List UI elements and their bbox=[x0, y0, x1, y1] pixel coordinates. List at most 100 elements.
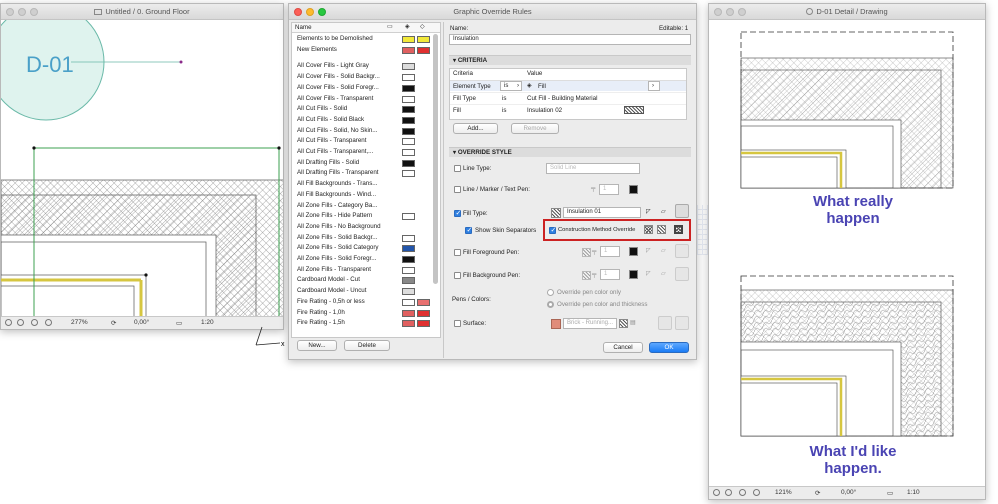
undo-zoom-icon[interactable] bbox=[5, 319, 12, 326]
rule-list-item[interactable]: All Cover Fills - Light Gray bbox=[292, 61, 430, 72]
zoom-window-button[interactable] bbox=[738, 8, 746, 16]
fill-background-pen-checkbox[interactable] bbox=[454, 272, 461, 279]
rule-list-item[interactable]: All Zone Fills - Solid Foregr... bbox=[292, 254, 430, 265]
remove-criteria-button[interactable]: Remove bbox=[511, 123, 559, 134]
rule-list-scrollbar[interactable] bbox=[433, 34, 438, 284]
line-marker-pen-checkbox[interactable] bbox=[454, 186, 461, 193]
fill-foreground-pen-checkbox[interactable] bbox=[454, 249, 461, 256]
fill-extra-button[interactable] bbox=[675, 204, 689, 218]
rule-list-item[interactable]: All Cover Fills - Solid Foregr... bbox=[292, 83, 430, 94]
fill-type-checkbox[interactable] bbox=[454, 209, 461, 217]
rule-list-item[interactable]: All Zone Fills - Solid Backgr... bbox=[292, 233, 430, 244]
rule-list-item[interactable]: Fire Rating - 1,0h bbox=[292, 308, 430, 319]
rule-list-item[interactable]: All Cover Fills - Transparent bbox=[292, 94, 430, 105]
detail-titlebar[interactable]: D-01 Detail / Drawing bbox=[709, 4, 985, 20]
fill-distort-icon[interactable]: ▱ bbox=[661, 208, 666, 215]
rule-list-item[interactable]: All Fill Backgrounds - Wind... bbox=[292, 190, 430, 201]
line-pen-number[interactable]: 1 bbox=[599, 184, 619, 195]
rule-list-item[interactable]: Cardboard Model - Cut bbox=[292, 275, 430, 286]
fill-angle-icon[interactable]: ◸ bbox=[646, 208, 651, 215]
floor-plan-canvas[interactable]: D-01 bbox=[1, 20, 284, 318]
zoom-dialog-button[interactable] bbox=[318, 8, 326, 16]
rule-list-item[interactable]: All Drafting Fills - Transparent bbox=[292, 168, 430, 179]
bg-pen-number[interactable]: 1 bbox=[600, 269, 620, 280]
drawing-scale[interactable]: 1:10 bbox=[907, 489, 920, 496]
rule-list-item[interactable]: Fire Rating - 1,5h bbox=[292, 318, 430, 329]
construction-method-option-1-icon[interactable] bbox=[644, 225, 653, 234]
redo-zoom-icon[interactable] bbox=[725, 489, 732, 496]
rule-list-item[interactable]: All Cut Fills - Solid Black bbox=[292, 115, 430, 126]
override-section-header[interactable]: ▾ OVERRIDE STYLE bbox=[449, 147, 691, 157]
close-window-button[interactable] bbox=[714, 8, 722, 16]
floor-plan-titlebar[interactable]: Untitled / 0. Ground Floor bbox=[1, 4, 283, 20]
drawing-scale[interactable]: 1:20 bbox=[201, 319, 214, 326]
rule-list-item[interactable]: All Cut Fills - Solid bbox=[292, 104, 430, 115]
rule-list-item[interactable]: All Cut Fills - Solid, No Skin... bbox=[292, 126, 430, 137]
cancel-button[interactable]: Cancel bbox=[603, 342, 643, 353]
line-pen-color-swatch[interactable] bbox=[629, 185, 638, 194]
criteria-row[interactable]: Fill Type is Cut Fill - Building Materia… bbox=[450, 92, 686, 103]
rule-list-item[interactable]: All Drafting Fills - Solid bbox=[292, 158, 430, 169]
zoom-level[interactable]: 277% bbox=[71, 319, 88, 326]
undo-zoom-icon[interactable] bbox=[713, 489, 720, 496]
line-type-select[interactable]: Solid Line bbox=[546, 163, 640, 174]
new-rule-button[interactable]: New... bbox=[297, 340, 337, 351]
line-type-checkbox[interactable] bbox=[454, 165, 461, 172]
rule-list-item[interactable]: All Zone Fills - Transparent bbox=[292, 265, 430, 276]
surface-option-2-button[interactable] bbox=[675, 316, 689, 330]
pen-option-2-radio[interactable] bbox=[547, 301, 554, 308]
value-select-arrow[interactable]: › bbox=[648, 81, 660, 91]
zoom-in-icon[interactable] bbox=[31, 319, 38, 326]
rule-list-item[interactable]: All Cover Fills - Solid Backgr... bbox=[292, 72, 430, 83]
fill-type-select[interactable]: Insulation 01 bbox=[563, 207, 641, 218]
minimize-window-button[interactable] bbox=[726, 8, 734, 16]
show-skin-separators-checkbox[interactable] bbox=[465, 226, 472, 234]
fg-extra-button[interactable] bbox=[675, 244, 689, 258]
bg-extra-button[interactable] bbox=[675, 267, 689, 281]
construction-method-option-2-icon[interactable] bbox=[657, 225, 666, 234]
minimize-dialog-button[interactable] bbox=[306, 8, 314, 16]
rule-list-item[interactable]: All Zone Fills - Solid Category bbox=[292, 243, 430, 254]
bg-angle-icon[interactable]: ◸ bbox=[646, 270, 651, 277]
view-angle[interactable]: 0,00° bbox=[134, 319, 149, 326]
fg-distort-icon[interactable]: ▱ bbox=[661, 247, 666, 254]
surface-option-1-button[interactable] bbox=[658, 316, 672, 330]
zoom-level[interactable]: 121% bbox=[775, 489, 792, 496]
detail-canvas[interactable] bbox=[709, 20, 986, 488]
close-dialog-button[interactable] bbox=[294, 8, 302, 16]
criteria-section-header[interactable]: ▾ CRITERIA bbox=[449, 55, 691, 65]
rule-list-item[interactable]: Elements to be Demolished bbox=[292, 34, 430, 45]
rule-list-item[interactable]: All Cut Fills - Transparent,... bbox=[292, 147, 430, 158]
construction-method-option-3-icon[interactable] bbox=[674, 225, 683, 234]
view-angle[interactable]: 0,00° bbox=[841, 489, 856, 496]
rule-list-item[interactable]: All Zone Fills - No Background bbox=[292, 222, 430, 233]
zoom-out-icon[interactable] bbox=[45, 319, 52, 326]
fg-pen-number[interactable]: 1 bbox=[600, 246, 620, 257]
rule-list-item[interactable]: All Zone Fills - Hide Pattern bbox=[292, 211, 430, 222]
construction-method-checkbox[interactable] bbox=[549, 226, 556, 234]
minimize-window-button[interactable] bbox=[18, 8, 26, 16]
surface-checkbox[interactable] bbox=[454, 320, 461, 327]
fg-angle-icon[interactable]: ◸ bbox=[646, 247, 651, 254]
add-criteria-button[interactable]: Add... bbox=[453, 123, 498, 134]
rule-name-input[interactable]: Insulation bbox=[449, 34, 691, 45]
rotate-view-icon[interactable]: ⟳ bbox=[815, 489, 820, 497]
ok-button[interactable]: OK bbox=[649, 342, 689, 353]
pen-option-1-radio[interactable] bbox=[547, 289, 554, 296]
criteria-row[interactable]: Fill is Insulation 02 bbox=[450, 104, 686, 115]
rule-list-item[interactable]: All Fill Backgrounds - Trans... bbox=[292, 179, 430, 190]
rotate-view-icon[interactable]: ⟳ bbox=[111, 319, 116, 327]
rule-list-item[interactable]: All Cut Fills - Transparent bbox=[292, 136, 430, 147]
criteria-row[interactable]: Element Type is › ◈ Fill › bbox=[450, 80, 686, 91]
delete-rule-button[interactable]: Delete bbox=[344, 340, 390, 351]
surface-pattern-icon[interactable] bbox=[619, 319, 628, 328]
rule-list-item[interactable]: Cardboard Model - Uncut bbox=[292, 286, 430, 297]
close-window-button[interactable] bbox=[6, 8, 14, 16]
rule-list-item[interactable]: New Elements bbox=[292, 45, 430, 56]
surface-select[interactable]: Brick - Running... bbox=[563, 318, 617, 329]
dialog-titlebar[interactable]: Graphic Override Rules bbox=[289, 4, 696, 20]
zoom-window-button[interactable] bbox=[30, 8, 38, 16]
bg-pen-color-swatch[interactable] bbox=[629, 270, 638, 279]
redo-zoom-icon[interactable] bbox=[17, 319, 24, 326]
rule-list-item[interactable]: Fire Rating - 0,5h or less bbox=[292, 297, 430, 308]
